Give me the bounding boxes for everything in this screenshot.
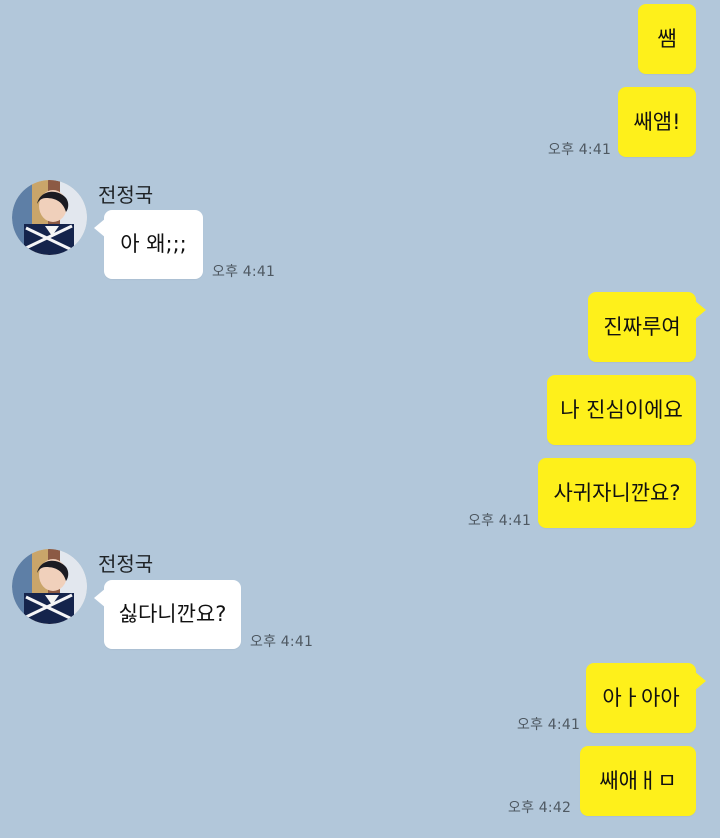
message-time: 오후 4:41: [250, 634, 314, 650]
message-text: 아ㅏ아아: [602, 685, 680, 710]
message-bubble-outgoing[interactable]: 사귀자니깐요?: [538, 458, 696, 528]
message-text: 아 왜;;;: [120, 232, 187, 256]
sender-avatar[interactable]: [12, 549, 87, 624]
message-text: 사귀자니깐요?: [553, 480, 681, 505]
sender-name: 전정국: [98, 183, 154, 207]
sender-name: 전정국: [98, 552, 154, 576]
sender-avatar[interactable]: [12, 180, 87, 255]
message-time: 오후 4:41: [468, 513, 532, 529]
message-text: 나 진심이에요: [560, 397, 683, 422]
message-time: 오후 4:41: [212, 264, 276, 280]
message-text: 진짜루여: [603, 314, 681, 339]
message-bubble-outgoing[interactable]: 쌤: [638, 4, 696, 74]
message-bubble-outgoing[interactable]: 나 진심이에요: [547, 375, 696, 445]
message-bubble-outgoing[interactable]: 진짜루여: [588, 292, 706, 362]
message-bubble-outgoing[interactable]: 쌔애ㅐㅁ: [580, 746, 696, 816]
message-text: 쌔애ㅐㅁ: [599, 768, 677, 793]
message-text: 싫다니깐요?: [118, 602, 227, 626]
message-text: 쌤: [657, 26, 677, 51]
chat-window: 쌤 쌔앰! 오후 4:41 전정국 아 왜;;; 오후 4:41 진짜루여 나 …: [0, 0, 720, 838]
message-bubble-outgoing[interactable]: 쌔앰!: [618, 87, 696, 157]
message-bubble-outgoing[interactable]: 아ㅏ아아: [586, 663, 706, 733]
message-bubble-incoming[interactable]: 싫다니깐요?: [94, 580, 241, 649]
message-time: 오후 4:42: [508, 800, 572, 816]
message-time: 오후 4:41: [548, 142, 612, 158]
message-time: 오후 4:41: [517, 717, 581, 733]
message-text: 쌔앰!: [633, 109, 681, 134]
message-bubble-incoming[interactable]: 아 왜;;;: [94, 210, 203, 279]
